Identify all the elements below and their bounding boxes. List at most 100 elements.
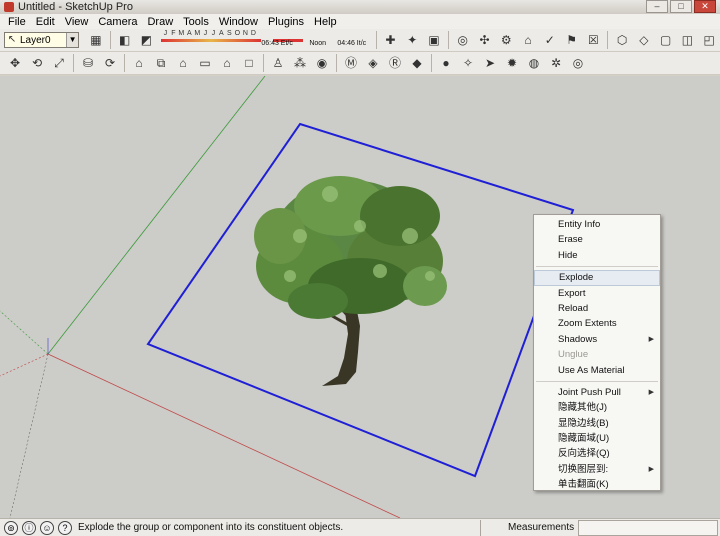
menu-item-export[interactable]: Export <box>534 286 660 301</box>
shadow-time-noon: Noon <box>309 40 327 47</box>
status-separator <box>480 520 481 536</box>
close-button[interactable]: ✕ <box>694 0 716 13</box>
menu-tools[interactable]: Tools <box>178 16 214 28</box>
target-icon[interactable]: ◎ <box>454 31 472 49</box>
green-axis-negative <box>0 310 49 355</box>
render-r-icon[interactable]: Ⓡ <box>386 54 404 72</box>
menu-item-hide-faces[interactable]: 隐藏面域(U) <box>534 431 660 446</box>
geolocation-icon[interactable]: ⊚ <box>4 520 18 535</box>
footprints-icon[interactable]: ⁂ <box>291 54 309 72</box>
menu-plugins[interactable]: Plugins <box>263 16 309 28</box>
menu-file[interactable]: File <box>3 16 31 28</box>
sphere-icon[interactable]: ◍ <box>525 54 543 72</box>
tag-icon[interactable]: ◈ <box>364 54 382 72</box>
menu-edit[interactable]: Edit <box>31 16 60 28</box>
fx-icon[interactable]: ✲ <box>547 54 565 72</box>
top-view-icon[interactable]: ◇ <box>635 31 653 49</box>
color-wheel-icon[interactable]: ◎ <box>569 54 587 72</box>
display-shadows-icon[interactable]: ◩ <box>138 31 156 49</box>
user-icon[interactable]: ☺ <box>40 520 54 535</box>
menu-item-explode[interactable]: Explode <box>534 270 660 286</box>
toolbar-separator <box>431 54 432 72</box>
light-icon[interactable]: ✧ <box>459 54 477 72</box>
bulb-icon[interactable]: ✦ <box>403 31 421 49</box>
minimize-button[interactable]: – <box>646 0 668 13</box>
menu-item-hide[interactable]: Hide <box>534 248 660 263</box>
axes-icon[interactable]: ✣ <box>476 31 494 49</box>
material-tag-icon[interactable]: ◆ <box>408 54 426 72</box>
menu-item-zoom-extents[interactable]: Zoom Extents <box>534 316 660 331</box>
menu-view[interactable]: View <box>60 16 94 28</box>
menu-bar: File Edit View Camera Draw Tools Window … <box>0 14 720 29</box>
iso-view-icon[interactable]: ⬡ <box>613 31 631 49</box>
scale-tool-icon[interactable]: ⤢ <box>50 54 68 72</box>
toolbar-tools: ✥ ⟲ ⤢ ⛁ ⟳ ⌂ ⧉ ⌂ ▭ ⌂ □ ♙ ⁂ ◉ Ⓜ ◈ Ⓡ ◆ ● ✧ … <box>0 52 720 75</box>
toolbar-separator <box>124 54 125 72</box>
photo-icon[interactable]: ▣ <box>425 31 443 49</box>
box-icon[interactable]: ▭ <box>196 54 214 72</box>
menu-item-hide-others[interactable]: 隐藏其他(J) <box>534 400 660 415</box>
menu-help[interactable]: Help <box>309 16 342 28</box>
move-tool-icon[interactable]: ✥ <box>6 54 24 72</box>
measurements-input[interactable] <box>578 520 718 536</box>
menu-item-switch-layer[interactable]: 切换图层到: ▶ <box>534 462 660 477</box>
help-icon[interactable]: ? <box>58 520 72 535</box>
month-label: A <box>187 30 192 37</box>
measurements-label: Measurements <box>508 522 575 533</box>
components-icon[interactable]: ⧉ <box>152 54 170 72</box>
menu-item-toggle-edges[interactable]: 显隐边线(B) <box>534 416 660 431</box>
right-view-icon[interactable]: ◫ <box>679 31 697 49</box>
menu-item-joint-push-pull-label: Joint Push Pull <box>558 386 621 398</box>
menu-item-click-flip-face[interactable]: 单击翻面(K) <box>534 477 660 492</box>
month-slider-track[interactable] <box>161 39 262 42</box>
menu-item-use-as-material[interactable]: Use As Material <box>534 363 660 378</box>
menu-separator <box>536 380 658 382</box>
menu-item-joint-push-pull[interactable]: Joint Push Pull ▶ <box>534 385 660 400</box>
menu-item-entity-info[interactable]: Entity Info <box>534 217 660 232</box>
menu-item-invert-selection[interactable]: 反向选择(Q) <box>534 446 660 461</box>
square-icon[interactable]: □ <box>240 54 258 72</box>
month-label: N <box>242 30 248 37</box>
layer-dropdown[interactable]: ↖ Layer0 ▼ <box>4 32 80 48</box>
toolbar-separator <box>109 31 111 49</box>
menu-window[interactable]: Window <box>214 16 263 28</box>
menu-item-erase[interactable]: Erase <box>534 232 660 247</box>
maximize-button[interactable]: □ <box>670 0 692 13</box>
status-hint: Explode the group or component into its … <box>78 522 344 533</box>
gear-icon[interactable]: ⚙ <box>497 31 515 49</box>
no-entry-icon[interactable]: ☒ <box>584 31 602 49</box>
home-icon[interactable]: ⌂ <box>174 54 192 72</box>
menu-item-reload[interactable]: Reload <box>534 301 660 316</box>
front-view-icon[interactable]: ▢ <box>657 31 675 49</box>
section-icon[interactable]: ⌂ <box>519 31 537 49</box>
toolbar-layers-shadows: ↖ Layer0 ▼ ▦ ◧ ◩ J F M A M J J A S O N D… <box>0 29 720 52</box>
month-label: S <box>227 30 232 37</box>
house-outline-icon[interactable]: ⌂ <box>218 54 236 72</box>
person-icon[interactable]: ♙ <box>269 54 287 72</box>
shadow-time-start: 06:43 Et/c <box>261 40 293 47</box>
material-m-icon[interactable]: Ⓜ <box>342 54 360 72</box>
month-label: F <box>171 30 176 37</box>
eye-icon[interactable]: ◉ <box>313 54 331 72</box>
shadow-settings-icon[interactable]: ◧ <box>116 31 134 49</box>
spotlight-icon[interactable]: ➤ <box>481 54 499 72</box>
flag-icon[interactable]: ⚑ <box>563 31 581 49</box>
blue-axis-negative <box>9 353 49 518</box>
orbit-icon[interactable]: ⟳ <box>101 54 119 72</box>
lamp-icon[interactable]: ✹ <box>503 54 521 72</box>
green-axis <box>47 76 266 355</box>
tree-component[interactable] <box>254 176 447 386</box>
layer-manager-icon[interactable]: ▦ <box>87 31 105 49</box>
menu-camera[interactable]: Camera <box>93 16 142 28</box>
paint-bucket-icon[interactable]: ⛁ <box>79 54 97 72</box>
sun-icon[interactable]: ● <box>437 54 455 72</box>
warehouse-icon[interactable]: ⌂ <box>130 54 148 72</box>
rotate-tool-icon[interactable]: ⟲ <box>28 54 46 72</box>
sandbox-icon[interactable]: ✚ <box>382 31 400 49</box>
back-view-icon[interactable]: ◰ <box>700 31 718 49</box>
credits-icon[interactable]: ⓘ <box>22 520 36 535</box>
checkmark-icon[interactable]: ✓ <box>541 31 559 49</box>
shadow-date-time-slider[interactable]: J F M A M J J A S O N D 06:43 Et/c Noon … <box>161 30 368 50</box>
menu-draw[interactable]: Draw <box>142 16 178 28</box>
menu-item-shadows[interactable]: Shadows ▶ <box>534 332 660 347</box>
